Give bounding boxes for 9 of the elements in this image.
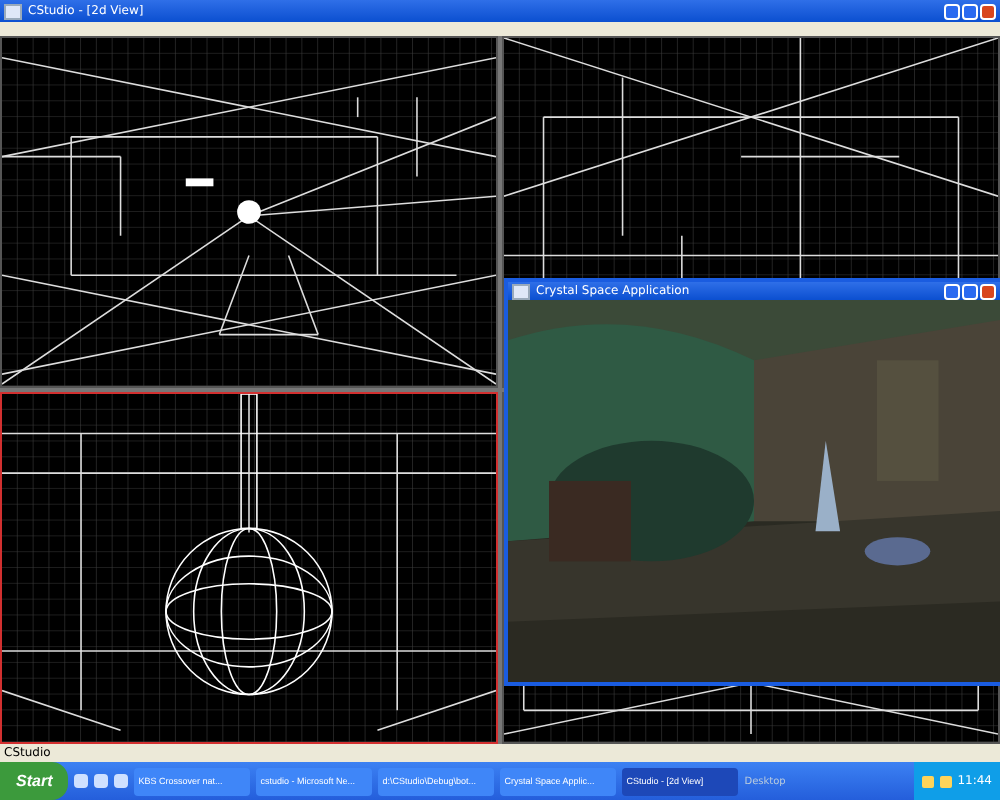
window-icon: [4, 3, 22, 19]
maximize-button[interactable]: [962, 3, 978, 19]
close-button[interactable]: [980, 3, 996, 19]
close-button[interactable]: [980, 283, 996, 299]
minimize-button[interactable]: [944, 3, 960, 19]
start-button[interactable]: Start: [0, 762, 69, 800]
window-icon: [512, 283, 530, 299]
minimize-button[interactable]: [944, 283, 960, 299]
maximize-button[interactable]: [962, 283, 978, 299]
